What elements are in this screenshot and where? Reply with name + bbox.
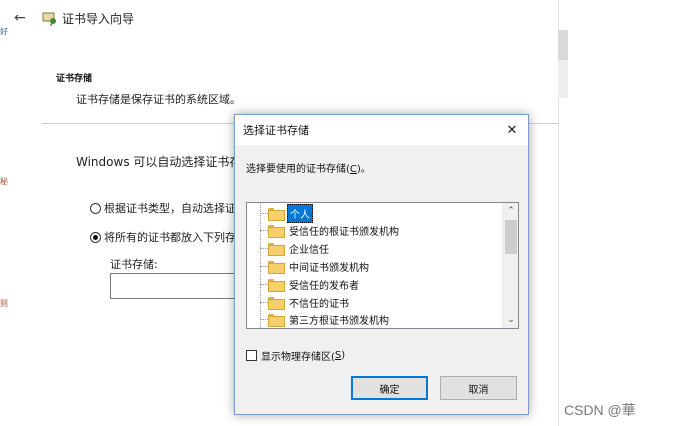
store-tree-items: 个人受信任的根证书颁发机构 企业信任中间证书颁发机构 受信任的发布者 不信任的证书第三… [247,203,502,328]
radio-button[interactable] [90,202,101,214]
back-arrow-icon[interactable]: ← [14,10,30,26]
section-description: 证书存储是保存证书的系统区域。 [76,93,241,106]
folder-icon [268,260,285,274]
show-physical-checkbox-row[interactable]: 显示物理存储区(S) [246,348,345,363]
prompt-text: 选择要使用的证书存储( [246,164,350,175]
close-icon[interactable]: ✕ [496,115,528,145]
tree-item-label: 不信任的证书 [289,298,349,310]
tree-connector [260,230,268,232]
tree-item-label: 中间证书颁发机构 [289,262,369,274]
prompt-accesskey: C [349,164,357,175]
prompt-text-end: )。 [356,164,371,175]
tree-item-label: 个人 [287,203,313,223]
tree-connector [260,319,268,321]
radio-auto-select[interactable]: 根据证书类型，自动选择证 [90,200,236,216]
tree-connector [260,301,268,303]
dialog-title: 选择证书存储 [243,124,309,137]
bg-fragment: 秘 [0,177,8,186]
background-window-right [558,0,697,426]
tree-connector [260,265,268,267]
dialog-prompt: 选择要使用的证书存储(C)。 [246,160,371,175]
folder-icon [268,296,285,310]
tree-connector [260,283,268,285]
radio-manual-label: 将所有的证书都放入下列存 [104,231,236,244]
folder-icon [268,278,285,292]
auto-select-text: Windows 可以自动选择证书存储 [76,155,254,169]
tree-item-label: 受信任的发布者 [289,280,359,292]
background-window-left-edge: 好 秘 则 [0,0,12,426]
tree-item[interactable]: 第三方根证书颁发机构 [255,311,391,328]
folder-icon [268,207,285,221]
tree-item-label: 企业信任 [289,245,329,257]
tree-scrollbar[interactable]: ⌃ ⌄ [502,203,518,328]
scroll-up-icon[interactable]: ⌃ [503,203,518,219]
tree-connector [260,212,268,214]
tree-item-label: 受信任的根证书颁发机构 [289,227,399,239]
bg-scrollbar-fragment [558,30,568,60]
store-tree[interactable]: 个人受信任的根证书颁发机构 企业信任中间证书颁发机构 受信任的发布者 不信任的证书第三… [246,202,519,329]
scroll-thumb[interactable] [505,220,517,254]
ok-button[interactable]: 确定 [351,376,428,400]
folder-icon [268,314,285,328]
tree-item[interactable]: 不信任的证书 [255,293,351,311]
wizard-header: ← 证书导入向导 [14,8,134,28]
store-label: 证书存储: [110,258,158,271]
section-heading: 证书存储 [56,74,93,84]
certificate-icon [42,12,56,26]
watermark: CSDN @華 [564,402,636,418]
cancel-button[interactable]: 取消 [440,376,517,400]
show-physical-checkbox[interactable] [246,350,257,361]
store-field[interactable] [110,273,250,299]
bg-fragment: 则 [0,299,8,308]
tree-item[interactable]: 个人 [255,203,313,223]
tree-item[interactable]: 受信任的发布者 [255,275,361,293]
tree-connector [260,248,268,250]
folder-icon [268,225,285,239]
tree-item[interactable]: 中间证书颁发机构 [255,257,371,275]
tree-item[interactable]: 受信任的根证书颁发机构 [255,222,401,240]
show-physical-label-end: ) [341,350,346,361]
bg-scrollbar-fragment [558,60,568,98]
radio-auto-label: 根据证书类型，自动选择证 [104,202,236,215]
wizard-title: 证书导入向导 [62,11,135,26]
tree-item-label: 第三方根证书颁发机构 [289,316,389,328]
scroll-down-icon[interactable]: ⌄ [503,312,518,328]
select-store-dialog: 选择证书存储 ✕ 选择要使用的证书存储(C)。 个人受信任的根证书颁发机构 企业信… [234,114,529,415]
dialog-titlebar: 选择证书存储 ✕ [235,115,528,145]
bg-fragment: 好 [0,27,8,36]
show-physical-label: 显示物理存储区( [261,352,335,363]
folder-icon [268,243,285,257]
tree-item[interactable]: 企业信任 [255,240,331,258]
radio-manual-store[interactable]: 将所有的证书都放入下列存 [90,229,236,245]
radio-button-selected[interactable] [90,231,101,243]
